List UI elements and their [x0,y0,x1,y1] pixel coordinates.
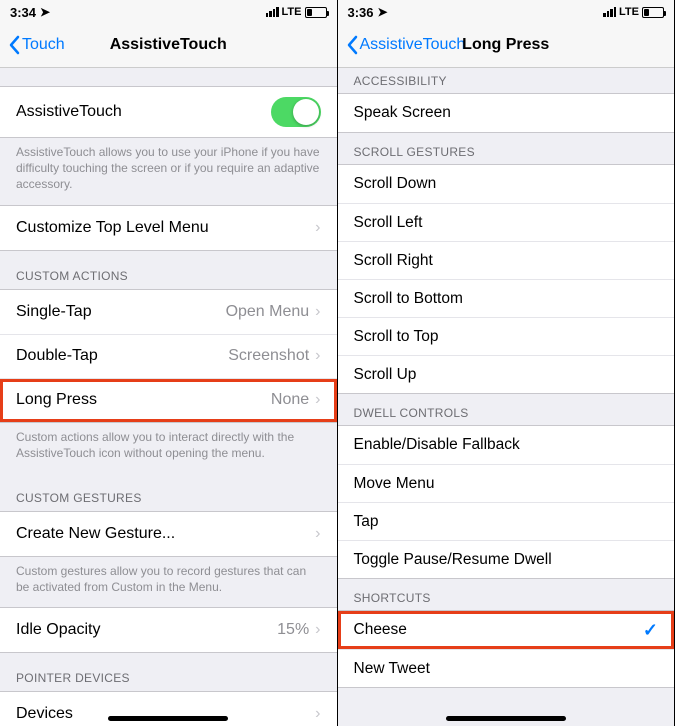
scroll-left-row[interactable]: Scroll Left [338,203,675,241]
cell-label: Scroll to Bottom [354,290,659,308]
scroll-top-row[interactable]: Scroll to Top [338,317,675,355]
cell-label: Scroll Down [354,175,659,193]
cell-value: None [271,391,309,409]
back-label: Touch [22,36,65,54]
location-icon: ➤ [378,5,388,19]
cell-value: 15% [277,621,309,639]
right-screen: 3:36 ➤ LTE AssistiveTouch Long Press ACC… [338,0,675,726]
cell-label: Single-Tap [16,303,226,321]
cell-label: Move Menu [354,475,659,493]
cell-label: Scroll to Top [354,328,659,346]
section-header: POINTER DEVICES [0,653,337,691]
cell-label: Create New Gesture... [16,525,315,543]
long-press-row[interactable]: Long Press None › [0,378,337,422]
home-indicator[interactable] [446,716,566,721]
status-time: 3:36 [348,5,374,20]
status-bar: 3:34 ➤ LTE [0,0,337,22]
dwell-fallback-row[interactable]: Enable/Disable Fallback [338,426,675,464]
section-header: SCROLL GESTURES [338,133,675,164]
cell-label: Customize Top Level Menu [16,219,315,237]
status-bar: 3:36 ➤ LTE [338,0,675,22]
scroll-right-row[interactable]: Scroll Right [338,241,675,279]
shortcut-newtweet-row[interactable]: New Tweet [338,649,675,687]
chevron-right-icon: › [315,219,320,237]
section-header: DWELL CONTROLS [338,394,675,425]
chevron-right-icon: › [315,525,320,543]
back-label: AssistiveTouch [360,36,466,54]
scroll-down-row[interactable]: Scroll Down [338,165,675,203]
network-label: LTE [282,6,302,18]
dwell-toggle-row[interactable]: Toggle Pause/Resume Dwell [338,540,675,578]
chevron-right-icon: › [315,391,320,409]
chevron-left-icon [346,35,358,55]
cell-value: Screenshot [228,347,309,365]
battery-icon [305,7,327,18]
chevron-right-icon: › [315,303,320,321]
cell-label: Idle Opacity [16,621,277,639]
cell-label: AssistiveTouch [16,103,271,121]
cell-label: Speak Screen [354,104,659,122]
section-header: SHORTCUTS [338,579,675,610]
left-screen: 3:34 ➤ LTE Touch AssistiveTouch Assistiv… [0,0,338,726]
location-icon: ➤ [40,5,50,19]
double-tap-row[interactable]: Double-Tap Screenshot › [0,334,337,378]
assistivetouch-toggle[interactable] [271,97,321,127]
home-indicator[interactable] [108,716,228,721]
scroll-bottom-row[interactable]: Scroll to Bottom [338,279,675,317]
dwell-tap-row[interactable]: Tap [338,502,675,540]
content-scroll[interactable]: ACCESSIBILITY Speak Screen SCROLL GESTUR… [338,68,675,726]
section-header: CUSTOM GESTURES [0,473,337,511]
assistivetouch-toggle-row[interactable]: AssistiveTouch [0,87,337,137]
signal-icon [603,7,616,17]
section-footer: Custom actions allow you to interact dir… [0,423,337,473]
cell-value: Open Menu [226,303,310,321]
customize-menu-row[interactable]: Customize Top Level Menu › [0,206,337,250]
cell-label: Enable/Disable Fallback [354,436,659,454]
status-time: 3:34 [10,5,36,20]
idle-opacity-row[interactable]: Idle Opacity 15% › [0,608,337,652]
create-gesture-row[interactable]: Create New Gesture... › [0,512,337,556]
cell-label: Scroll Right [354,252,659,270]
cell-label: Long Press [16,391,271,409]
shortcut-cheese-row[interactable]: Cheese ✓ [338,611,675,649]
back-button[interactable]: AssistiveTouch [346,35,466,55]
nav-bar: AssistiveTouch Long Press [338,22,675,68]
single-tap-row[interactable]: Single-Tap Open Menu › [0,290,337,334]
section-header: ACCESSIBILITY [338,68,675,93]
nav-bar: Touch AssistiveTouch [0,22,337,68]
checkmark-icon: ✓ [643,620,658,641]
chevron-right-icon: › [315,621,320,639]
cell-label: Cheese [354,621,643,639]
dwell-move-row[interactable]: Move Menu [338,464,675,502]
cell-label: Double-Tap [16,347,228,365]
battery-icon [642,7,664,18]
cell-label: Scroll Left [354,214,659,232]
cell-label: Tap [354,513,659,531]
scroll-up-row[interactable]: Scroll Up [338,355,675,393]
chevron-right-icon: › [315,705,320,723]
back-button[interactable]: Touch [8,35,65,55]
chevron-right-icon: › [315,347,320,365]
section-header: CUSTOM ACTIONS [0,251,337,289]
section-footer: AssistiveTouch allows you to use your iP… [0,138,337,205]
network-label: LTE [619,6,639,18]
chevron-left-icon [8,35,20,55]
content-scroll[interactable]: AssistiveTouch AssistiveTouch allows you… [0,68,337,726]
cell-label: Scroll Up [354,366,659,384]
speak-screen-row[interactable]: Speak Screen [338,94,675,132]
section-footer: Custom gestures allow you to record gest… [0,557,337,607]
cell-label: New Tweet [354,660,659,678]
cell-label: Toggle Pause/Resume Dwell [354,551,659,569]
signal-icon [266,7,279,17]
